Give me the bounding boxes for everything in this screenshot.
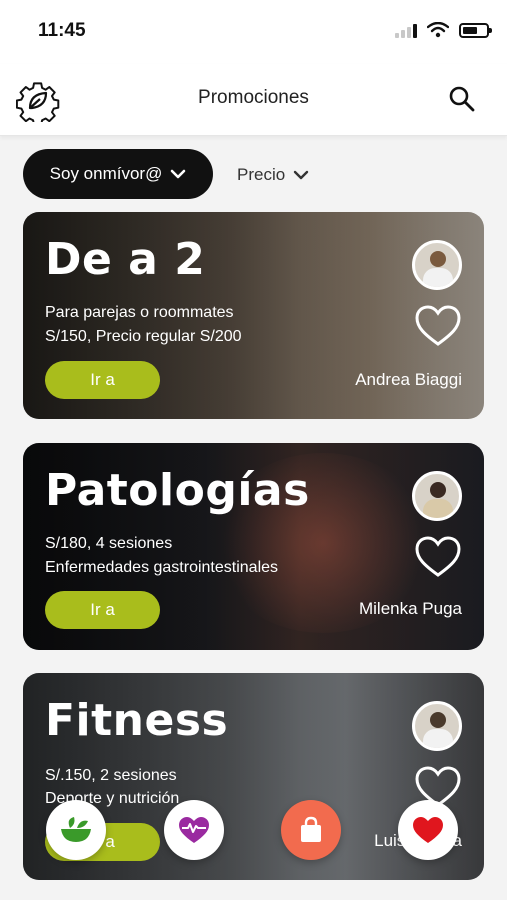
diet-filter-label: Soy onmívor@ [49, 164, 163, 183]
promo-price: S/.150, 2 sesiones [45, 767, 177, 784]
promo-description: Para parejas o roommates [45, 304, 234, 321]
favorite-heart-icon[interactable] [414, 535, 462, 579]
promo-title: Patologías [45, 465, 310, 516]
nutritionist-avatar[interactable] [412, 701, 462, 751]
status-time: 11:45 [38, 20, 86, 41]
nutritionist-avatar[interactable] [412, 240, 462, 290]
salad-bowl-icon [61, 817, 91, 842]
promo-price: S/150, Precio regular S/200 [45, 328, 242, 345]
health-fab[interactable] [164, 800, 224, 860]
nutrition-fab[interactable] [46, 800, 106, 860]
heartbeat-icon [179, 817, 209, 843]
promo-description: Enfermedades gastrointestinales [45, 559, 279, 576]
favorites-fab[interactable] [398, 800, 458, 860]
status-bar: 11:45 [0, 0, 507, 64]
price-filter-label: Precio [237, 165, 286, 184]
promo-card[interactable]: De a 2 Para parejas o roommates S/150, P… [23, 212, 484, 419]
nutritionist-name: Milenka Puga [358, 599, 462, 618]
price-filter-dropdown[interactable]: Precio [237, 160, 309, 190]
chevron-down-icon [293, 170, 309, 180]
promo-price: S/180, 4 sesiones [45, 535, 173, 552]
go-button[interactable]: Ir a [45, 361, 160, 399]
nutritionist-avatar[interactable] [412, 471, 462, 521]
diet-filter-dropdown[interactable]: Soy onmívor@ [23, 149, 213, 199]
shopping-bag-icon [301, 816, 321, 842]
search-button[interactable] [447, 84, 477, 114]
search-icon [449, 86, 475, 112]
nutritionist-name: Andrea Biaggi [355, 370, 462, 389]
wifi-icon [427, 22, 449, 38]
promo-title: De a 2 [45, 234, 206, 285]
signal-icon [395, 22, 417, 38]
promo-title: Fitness [45, 695, 229, 746]
favorite-heart-icon[interactable] [414, 304, 462, 348]
go-button[interactable]: Ir a [45, 591, 160, 629]
heart-icon [413, 817, 443, 843]
page-title: Promociones [198, 87, 309, 108]
chevron-down-icon [171, 169, 186, 179]
battery-icon [459, 22, 492, 38]
app-header: Promociones [0, 64, 507, 136]
promo-card[interactable]: Patologías S/180, 4 sesiones Enfermedade… [23, 443, 484, 650]
shop-fab[interactable] [281, 800, 341, 860]
status-icons [395, 22, 492, 38]
